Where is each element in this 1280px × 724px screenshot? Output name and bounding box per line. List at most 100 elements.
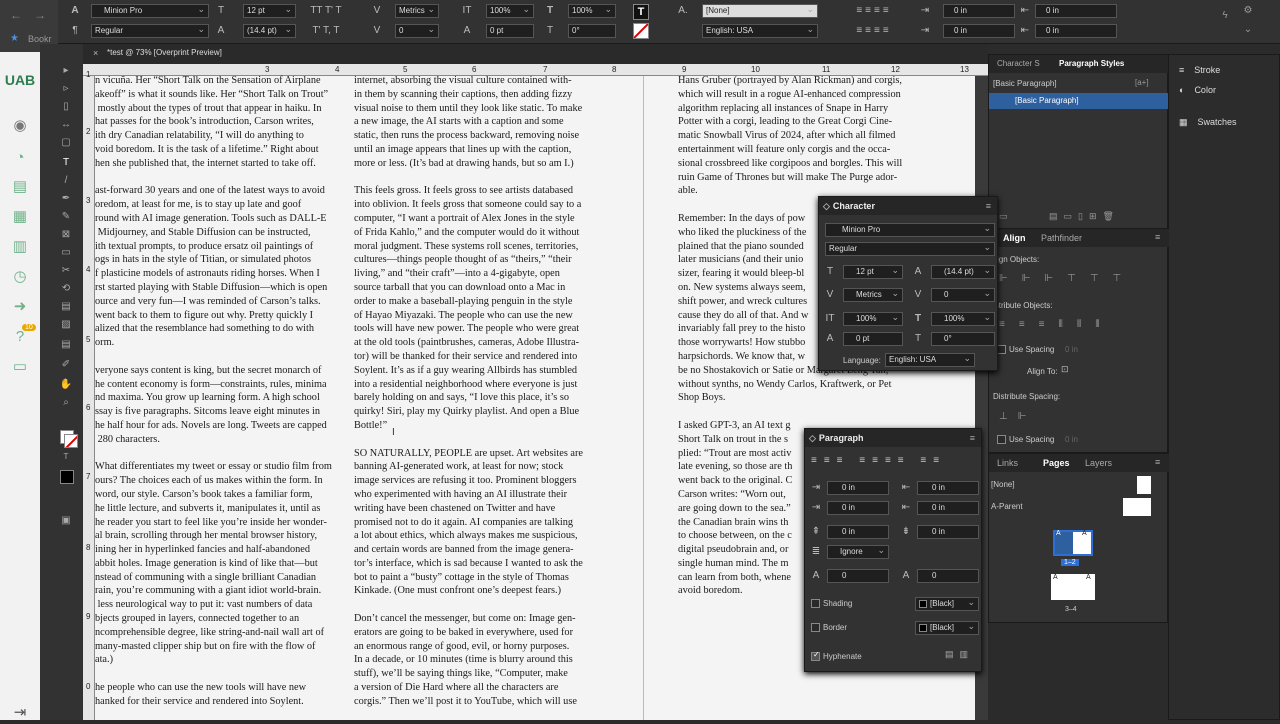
align-object-buttons[interactable]: ⊩⊩⊩⊤⊤⊤ [999,273,1135,284]
char-size-field[interactable]: 12 pt [843,265,903,279]
dock-swatches[interactable]: ▦ Swatches [1179,117,1237,128]
inbox-icon[interactable]: ▥ [8,236,32,258]
text-column-middle[interactable]: internet, absorbing the visual culture c… [354,74,624,720]
gear-icon[interactable]: ⚙ [1241,5,1255,17]
hand-tool-icon[interactable]: ✋ [58,378,74,392]
para-first-indent-field[interactable]: 0 in [827,501,889,515]
tab-pathfinder[interactable]: Pathfinder [1041,233,1082,243]
tab-paragraph-styles[interactable]: Paragraph Styles [1059,59,1124,68]
fill-text-swatch[interactable]: T [633,4,649,20]
distribute-object-buttons[interactable]: ≡≡≡⦀⦀⦀ [999,319,1114,330]
close-tab-icon[interactable]: × [93,48,98,58]
text-column-left[interactable]: n vicuña. Her “Short Talk on the Sensati… [95,74,345,720]
content-collector-icon[interactable]: ▢ [58,136,74,150]
pen-tool-icon[interactable]: ✒ [58,192,74,206]
align-menu-icon[interactable]: ≡ [1155,232,1160,242]
language-field[interactable]: English: USA [702,24,818,38]
dock-color[interactable]: ◐ Color [1179,85,1216,95]
doc-tab-title[interactable]: *test @ 73% [Overprint Preview] [107,48,222,57]
first-indent-field[interactable]: 0 in [943,24,1015,38]
use-spacing-value-2[interactable]: 0 in [1065,435,1078,444]
direct-select-tool-icon[interactable]: ▹ [58,82,74,96]
a-parent-thumb[interactable] [1123,498,1151,516]
paragraph-menu-icon[interactable]: ≡ [970,429,975,447]
char-font-field[interactable]: Minion Pro [825,223,995,237]
dashboard-icon[interactable]: ◔ [8,147,32,169]
stroke-none-swatch[interactable] [633,23,649,39]
paragraph-mode-icon[interactable]: ¶ [68,25,82,37]
align-to-dropdown[interactable]: ⊡ [1061,364,1069,375]
calendar-icon[interactable]: ▦ [8,206,32,228]
para-last-indent-field[interactable]: 0 in [917,501,979,515]
char-style-field[interactable]: Regular [825,242,995,256]
font-style-field[interactable]: Regular [91,24,209,38]
gradient-feather-icon[interactable]: ▨ [58,318,74,332]
use-spacing-value[interactable]: 0 in [1065,345,1078,354]
space-after-field[interactable]: 0 in [917,525,979,539]
collapse-icon[interactable]: ⇥ [8,702,32,724]
justify-buttons[interactable]: ≡≡≡≡ [839,25,909,37]
para-left-indent-field[interactable]: 0 in [827,481,889,495]
char-skew-field[interactable]: 0° [931,332,995,346]
char-vscale-field[interactable]: 100% [843,312,903,326]
use-spacing-checkbox-2[interactable] [997,435,1006,444]
selection-tool-icon[interactable]: ▸ [58,64,74,78]
font-size-field[interactable]: 12 pt [243,4,296,18]
hyphenate-checkbox[interactable]: ✓ [811,650,820,661]
tracking-field[interactable]: 0 [395,24,439,38]
caps-icons[interactable]: TT T' T [306,5,346,17]
underline-icons[interactable]: T' T, T [306,25,346,37]
tab-layers[interactable]: Layers [1085,458,1112,468]
chevron-down-icon[interactable]: ⌄ [1241,24,1255,36]
border-checkbox[interactable] [811,623,820,632]
page-tool-icon[interactable]: ▯ [58,100,74,114]
tab-character-styles[interactable]: Character S [997,59,1040,68]
star-icon[interactable]: ★ [10,33,19,44]
char-leading-field[interactable]: (14.4 pt) [931,265,995,279]
apply-color-icon[interactable] [60,470,74,484]
profile-icon[interactable]: ◉ [8,115,32,137]
lightning-icon[interactable]: ϟ [1218,10,1232,22]
none-parent-label[interactable]: [None] [991,480,1015,489]
zoom-tool-icon[interactable]: ⌕ [58,396,74,410]
transform-tool-icon[interactable]: ⟲ [58,282,74,296]
character-style-field[interactable]: [None] [702,4,818,18]
pages-menu-icon[interactable]: ≡ [1155,457,1160,467]
style-footer-icons[interactable]: ▭ [999,211,1008,222]
paragraph-align-buttons[interactable]: ≡≡≡ ≡≡≡≡ ≡≡ [811,455,981,466]
left-indent-field[interactable]: 0 in [943,4,1015,18]
drop-cap-chars-field[interactable]: 0 [917,569,979,583]
style-action-icons[interactable]: ▤▭▯⊞🗑 [1049,211,1120,222]
shading-checkbox[interactable] [811,599,820,608]
type-tool-icon[interactable]: T [58,156,74,170]
tab-align[interactable]: Align [1003,233,1026,243]
use-spacing-checkbox[interactable] [997,345,1006,354]
font-family-field[interactable]: Minion Pro [91,4,209,18]
char-hscale-field[interactable]: 100% [931,312,995,326]
folder-icon[interactable]: ▭ [8,356,32,378]
align-buttons[interactable]: ≡≡≡≡ [839,5,909,17]
stroke-swatch[interactable] [64,434,78,448]
baseline-field[interactable]: 0 pt [486,24,534,38]
shading-color-field[interactable]: [Black] [915,597,979,611]
para-right-indent-field[interactable]: 0 in [917,481,979,495]
last-indent-field[interactable]: 0 in [1035,24,1117,38]
char-baseline-field[interactable]: 0 pt [843,332,903,346]
rect-frame-tool-icon[interactable]: ⊠ [58,228,74,242]
drop-cap-lines-field[interactable]: 0 [827,569,889,583]
selected-style-row[interactable]: [Basic Paragraph] [989,93,1169,109]
skew-field[interactable]: 0° [568,24,616,38]
spread-1-2[interactable]: A A [1053,530,1093,556]
kerning-field[interactable]: Metrics [395,4,439,18]
new-style-icon[interactable]: [a+] [1135,78,1149,87]
tab-pages[interactable]: Pages [1043,458,1070,468]
screen-mode-icon[interactable]: ▣ [58,514,74,528]
grid-align-field[interactable]: Ignore [827,545,889,559]
border-color-field[interactable]: [Black] [915,621,979,635]
scissors-tool-icon[interactable]: ✂ [58,264,74,278]
gap-tool-icon[interactable]: ↔ [58,118,74,132]
bookmark-label[interactable]: Bookr [28,34,52,44]
gradient-tool-icon[interactable]: ▤ [58,300,74,314]
spread-3-4[interactable]: A A [1051,574,1095,600]
commons-icon[interactable]: ➜ [8,296,32,318]
